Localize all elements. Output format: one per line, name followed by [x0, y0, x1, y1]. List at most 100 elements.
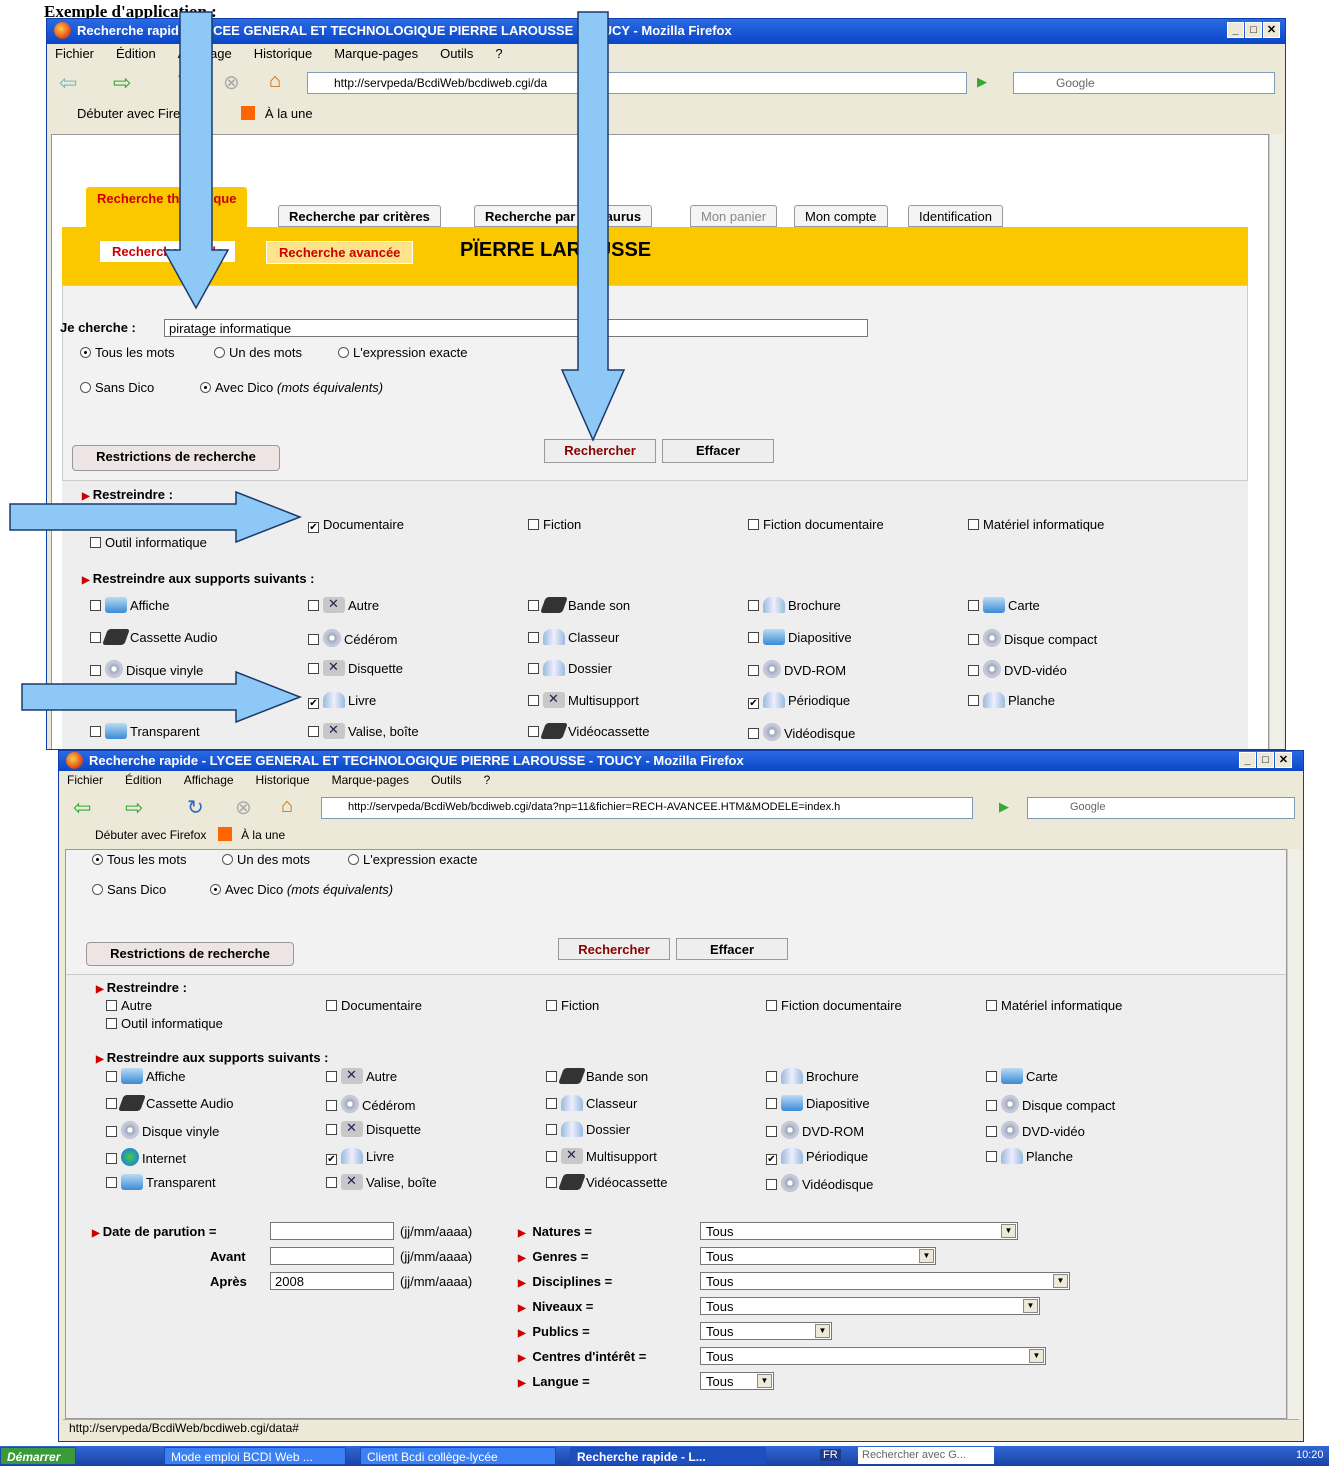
checkbox[interactable]: ✔ [308, 522, 319, 533]
taskbar-item-client-bcdi[interactable]: Client Bcdi collège-lycée [360, 1447, 556, 1465]
support-autre[interactable]: Autre [326, 1067, 397, 1084]
bookmark-a-la-une[interactable]: À la une [241, 828, 285, 842]
support-disque-compact[interactable]: Disque compact [968, 628, 1097, 647]
bookmark-a-la-une[interactable]: À la une [265, 106, 313, 121]
checkbox[interactable] [528, 726, 539, 737]
checkbox[interactable] [90, 537, 101, 548]
menu-item[interactable]: Édition [125, 773, 162, 787]
checkbox[interactable]: ✔ [308, 697, 319, 709]
checkbox[interactable] [326, 1000, 337, 1011]
menu-item[interactable]: Outils [440, 46, 473, 61]
support-carte[interactable]: Carte [968, 597, 1040, 613]
menu-item[interactable]: ? [484, 773, 491, 787]
support-classeur[interactable]: Classeur [528, 628, 619, 645]
support-dossier[interactable]: Dossier [528, 660, 612, 676]
subtab-simple[interactable]: Recherche simple [100, 241, 236, 262]
go-icon[interactable]: ▶ [977, 74, 987, 90]
support-périodique[interactable]: ✔ Périodique [766, 1147, 868, 1165]
menu-item[interactable]: Affichage [178, 46, 232, 61]
maximize-icon[interactable]: □ [1245, 22, 1262, 38]
support-dvd-vidéo[interactable]: DVD-vidéo [968, 660, 1067, 678]
support-disquette[interactable]: Disquette [308, 659, 403, 676]
search-button[interactable]: Rechercher [558, 938, 670, 960]
support-planche[interactable]: Planche [986, 1147, 1073, 1164]
support-diapositive[interactable]: Diapositive [766, 1094, 870, 1111]
minimize-icon[interactable]: _ [1239, 752, 1256, 768]
avec-dico[interactable]: Avec Dico (mots équivalents) [210, 882, 393, 897]
checkbox[interactable] [748, 600, 759, 611]
checkbox[interactable] [766, 1000, 777, 1011]
checkbox[interactable] [546, 1150, 557, 1162]
sans-dico[interactable]: Sans Dico [92, 882, 166, 897]
language-indicator[interactable]: FR [820, 1449, 841, 1461]
checkbox[interactable] [546, 1000, 557, 1011]
chevron-down-icon[interactable]: ▼ [1029, 1349, 1044, 1363]
support-cassette-audio[interactable]: Cassette Audio [90, 628, 217, 645]
restrict-documentaire[interactable]: ✔ Documentaire [308, 517, 404, 533]
url-bar[interactable]: http://servpeda/BcdiWeb/bcdiweb.cgi/da [307, 72, 967, 94]
taskbar-item-mode-emploi[interactable]: Mode emploi BCDI Web ... [164, 1447, 346, 1465]
close-icon[interactable]: ✕ [1263, 22, 1280, 38]
taskbar-search[interactable]: Rechercher avec G... [858, 1447, 994, 1464]
support-autre[interactable]: Autre [308, 596, 379, 613]
bookmark-firefox[interactable]: Débuter avec Firefox [95, 828, 206, 842]
support-bande-son[interactable]: Bande son [546, 1068, 648, 1084]
checkbox[interactable] [748, 631, 759, 643]
tab-mon-panier[interactable]: Mon panier [690, 205, 778, 227]
checkbox[interactable] [748, 728, 759, 739]
checkbox[interactable] [968, 519, 979, 530]
restrict-fiction[interactable]: Fiction [546, 998, 599, 1013]
filter-select[interactable]: Tous ▼ [700, 1297, 1040, 1315]
go-icon[interactable]: ▶ [999, 799, 1009, 815]
checkbox[interactable] [986, 1071, 997, 1082]
filter-select[interactable]: Tous ▼ [700, 1347, 1046, 1365]
filter-select[interactable]: Tous ▼ [700, 1272, 1070, 1290]
support-valise-boîte[interactable]: Valise, boîte [326, 1173, 437, 1190]
support-planche[interactable]: Planche [968, 691, 1055, 708]
google-search-input[interactable]: Google [1013, 72, 1275, 94]
support-disque-vinyle[interactable]: Disque vinyle [90, 660, 203, 678]
chevron-down-icon[interactable]: ▼ [919, 1249, 934, 1263]
mode-un[interactable]: Un des mots [222, 852, 310, 867]
checkbox[interactable] [106, 1097, 117, 1109]
checkbox[interactable] [90, 631, 101, 643]
sans-dico[interactable]: Sans Dico [80, 380, 154, 395]
checkbox[interactable]: ✔ [748, 697, 759, 709]
back-icon[interactable]: ⇦ [73, 795, 91, 821]
forward-icon[interactable]: ⇨ [113, 70, 131, 96]
support-brochure[interactable]: Brochure [748, 597, 841, 613]
support-dossier[interactable]: Dossier [546, 1121, 630, 1137]
checkbox[interactable] [528, 694, 539, 706]
checkbox[interactable] [528, 600, 539, 611]
restrict-documentaire[interactable]: Documentaire [326, 998, 422, 1013]
date-parution-input[interactable] [270, 1222, 394, 1240]
checkbox[interactable] [326, 1071, 337, 1082]
support-affiche[interactable]: Affiche [106, 1068, 186, 1084]
mode-tous[interactable]: Tous les mots [80, 345, 174, 360]
menu-item[interactable]: ? [495, 46, 502, 61]
restrict-autre[interactable]: Autre [106, 998, 152, 1013]
checkbox[interactable] [986, 1126, 997, 1137]
checkbox[interactable] [748, 665, 759, 676]
mode-exacte[interactable]: L'expression exacte [338, 345, 468, 360]
checkbox[interactable] [106, 1126, 117, 1137]
checkbox[interactable] [546, 1124, 557, 1135]
taskbar-item-recherche[interactable]: Recherche rapide - L... [570, 1447, 766, 1465]
apres-input[interactable]: 2008 [270, 1272, 394, 1290]
support-dvd-rom[interactable]: DVD-ROM [766, 1121, 864, 1139]
menu-item[interactable]: Édition [116, 46, 156, 61]
support-dvd-vidéo[interactable]: DVD-vidéo [986, 1121, 1085, 1139]
checkbox[interactable] [748, 519, 759, 530]
menu-item[interactable]: Marque-pages [334, 46, 418, 61]
minimize-icon[interactable]: _ [1227, 22, 1244, 38]
menu-item[interactable]: Historique [254, 46, 313, 61]
support-diapositive[interactable]: Diapositive [748, 628, 852, 645]
forward-icon[interactable]: ⇨ [125, 795, 143, 821]
clear-button[interactable]: Effacer [676, 938, 788, 960]
checkbox[interactable] [528, 631, 539, 643]
support-livre[interactable]: ✔ Livre [308, 691, 376, 709]
home-icon[interactable]: ⌂ [281, 795, 293, 818]
checkbox[interactable]: ✔ [766, 1153, 777, 1165]
google-search-input[interactable]: Google [1027, 797, 1295, 819]
restrict-outil-informatique[interactable]: Outil informatique [90, 535, 207, 550]
